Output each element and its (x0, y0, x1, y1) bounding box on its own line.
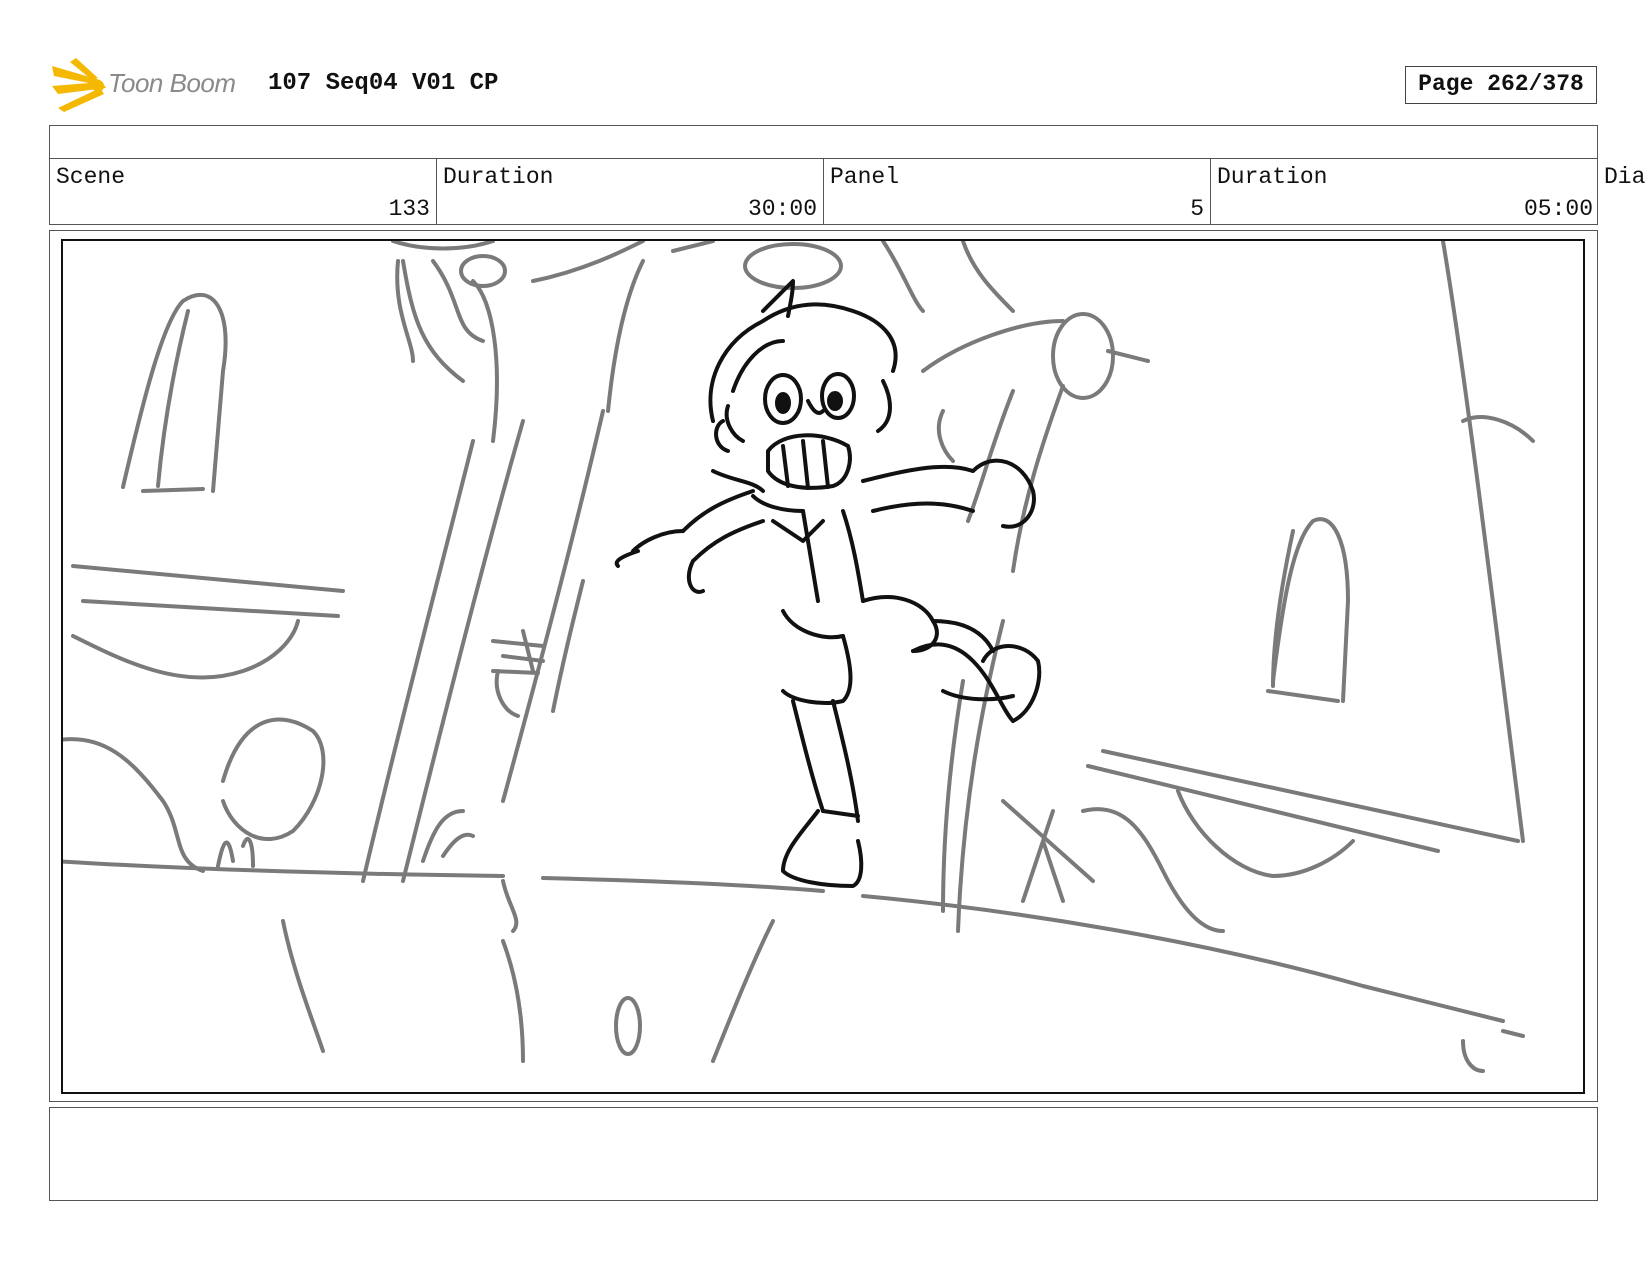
storyboard-sketch (63, 241, 1535, 1073)
notes-area (49, 1107, 1598, 1201)
scene-cell: Scene 133 (50, 158, 437, 224)
document-title: 107 Seq04 V01 CP (268, 70, 499, 97)
panel-value: 5 (1190, 196, 1204, 222)
scene-duration-cell: Duration 30:00 (437, 158, 824, 224)
scene-duration-value: 30:00 (747, 196, 817, 222)
header-band (49, 125, 1598, 159)
panel-duration-label: Duration (1217, 164, 1328, 190)
panel-duration-value: 05:00 (1523, 196, 1593, 222)
panel-cell: Panel 5 (824, 158, 1211, 224)
panel-label: Panel (830, 164, 900, 190)
dialogue-label: Dia (1604, 164, 1646, 190)
scene-duration-label: Duration (443, 164, 554, 190)
scene-label: Scene (56, 164, 126, 190)
page-number: Page 262/378 (1405, 66, 1597, 104)
logo-text: Toon Boom (108, 68, 236, 98)
scene-value: 133 (388, 196, 430, 222)
info-row: Scene 133 Duration 30:00 Panel 5 Duratio… (49, 158, 1598, 225)
panel-duration-cell: Duration 05:00 (1211, 158, 1599, 224)
storyboard-panel (61, 239, 1585, 1094)
